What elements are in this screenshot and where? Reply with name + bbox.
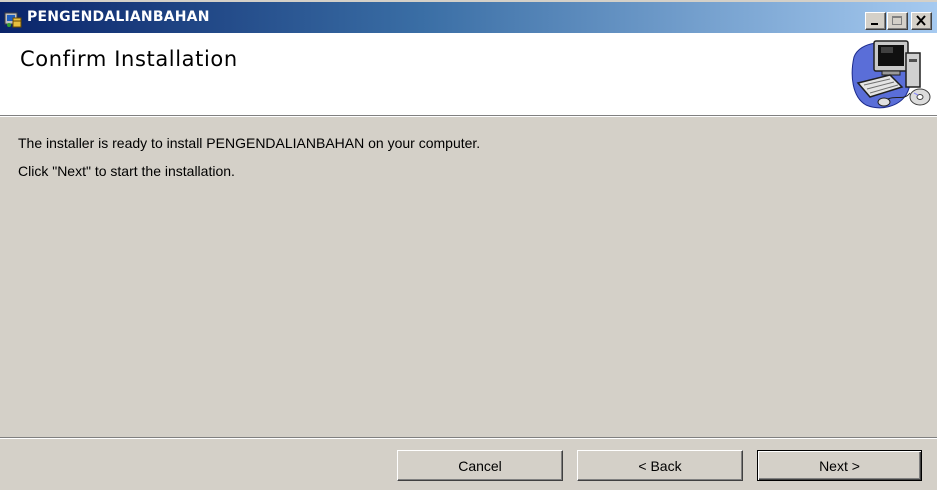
minimize-icon — [871, 23, 878, 25]
ready-message: The installer is ready to install PENGEN… — [18, 135, 481, 151]
installer-window: PENGENDALIANBAHAN Confirm Installation T… — [0, 0, 937, 490]
footer-separator — [0, 437, 937, 439]
close-button[interactable] — [911, 12, 932, 30]
installer-icon — [4, 10, 22, 28]
instruction-message: Click "Next" to start the installation. — [18, 163, 235, 179]
next-button[interactable]: Next > — [757, 450, 922, 481]
cancel-button[interactable]: Cancel — [397, 450, 563, 481]
close-icon — [916, 15, 926, 26]
page-title: Confirm Installation — [20, 47, 238, 71]
minimize-button[interactable] — [865, 12, 886, 30]
back-button[interactable]: < Back — [577, 450, 743, 481]
title-bar[interactable]: PENGENDALIANBAHAN — [0, 2, 937, 33]
computer-cd-icon — [848, 35, 932, 111]
header-panel: Confirm Installation — [0, 33, 937, 116]
window-title: PENGENDALIANBAHAN — [27, 9, 210, 25]
maximize-button[interactable] — [887, 12, 908, 30]
maximize-icon — [892, 16, 902, 25]
